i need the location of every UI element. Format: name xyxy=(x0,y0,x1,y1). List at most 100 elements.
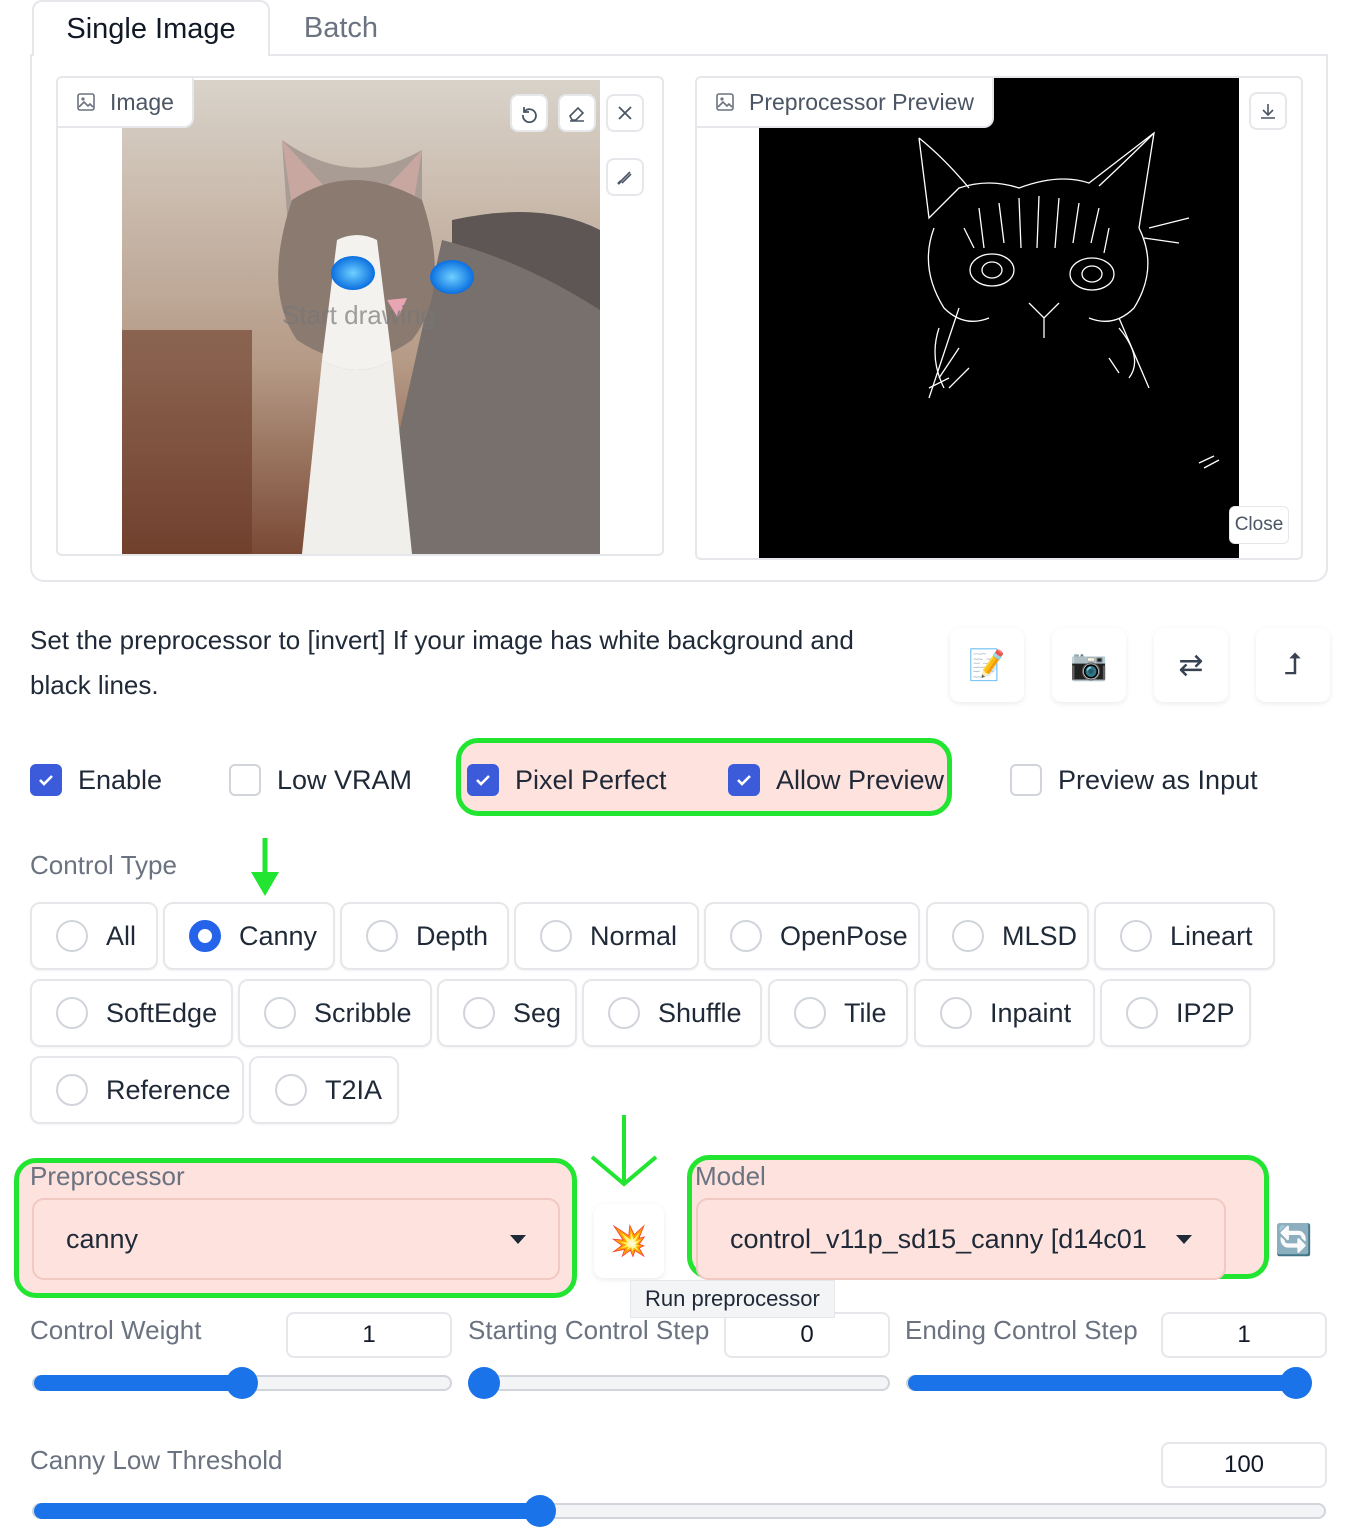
undo-button[interactable] xyxy=(510,94,548,132)
control-type-t2ia[interactable]: T2IA xyxy=(249,1056,399,1124)
control-type-inpaint[interactable]: Inpaint xyxy=(914,979,1095,1047)
close-icon xyxy=(618,106,632,120)
preprocessor-preview: Preprocessor Preview Close xyxy=(695,76,1303,560)
slider-fill xyxy=(34,1503,540,1519)
image-icon xyxy=(77,93,95,111)
model-label: Model xyxy=(695,1161,766,1191)
radio-circle xyxy=(608,997,640,1029)
image-canvas[interactable]: Image Start drawing xyxy=(56,76,664,556)
ending-step-label: Ending Control Step xyxy=(905,1315,1138,1345)
canny-low-threshold-slider[interactable] xyxy=(32,1495,1326,1527)
camera-button[interactable]: 📷 xyxy=(1052,628,1126,702)
preview-label: Preprocessor Preview xyxy=(697,78,994,128)
undo-icon xyxy=(522,107,537,123)
low-vram-checkbox[interactable]: Low VRAM xyxy=(229,756,412,804)
slider-thumb[interactable] xyxy=(1280,1367,1312,1399)
control-type-ip2p[interactable]: IP2P xyxy=(1100,979,1251,1047)
check-icon xyxy=(30,764,62,796)
preprocessor-select[interactable]: canny xyxy=(32,1198,560,1280)
preprocessor-label: Preprocessor xyxy=(30,1161,185,1191)
control-type-openpose[interactable]: OpenPose xyxy=(704,902,920,970)
refresh-models-button[interactable]: 🔄 xyxy=(1270,1216,1318,1264)
ending-step-slider[interactable] xyxy=(906,1367,1312,1399)
ending-step-input[interactable]: 1 xyxy=(1161,1312,1327,1358)
slider-thumb[interactable] xyxy=(226,1367,258,1399)
control-weight-slider[interactable] xyxy=(32,1367,452,1399)
radio-circle xyxy=(56,1074,88,1106)
brush-button[interactable] xyxy=(606,158,644,196)
swap-button[interactable]: ⇄ xyxy=(1154,628,1228,702)
control-type-label: Control Type xyxy=(30,850,177,880)
green-arrow-down-icon xyxy=(590,1115,658,1187)
run-preprocessor-tooltip: Run preprocessor xyxy=(630,1280,835,1318)
image-icon xyxy=(716,93,734,111)
control-type-mlsd[interactable]: MLSD xyxy=(926,902,1089,970)
camera-icon: 📷 xyxy=(1070,648,1108,682)
control-type-reference[interactable]: Reference xyxy=(30,1056,244,1124)
radio-circle xyxy=(1126,997,1158,1029)
run-preprocessor-button[interactable]: 💥 xyxy=(594,1204,664,1278)
control-type-softedge[interactable]: SoftEdge xyxy=(30,979,233,1047)
slider-fill xyxy=(908,1375,1310,1391)
radio-circle xyxy=(940,997,972,1029)
slider-thumb[interactable] xyxy=(524,1495,556,1527)
control-weight-label: Control Weight xyxy=(30,1315,202,1345)
control-type-depth[interactable]: Depth xyxy=(340,902,509,970)
allow-preview-checkbox[interactable]: Allow Preview xyxy=(728,756,944,804)
send-up-button[interactable]: ⮥ xyxy=(1256,628,1330,702)
swap-icon: ⇄ xyxy=(1178,648,1204,682)
radio-circle xyxy=(56,997,88,1029)
refresh-icon: 🔄 xyxy=(1275,1223,1313,1257)
starting-step-label: Starting Control Step xyxy=(468,1315,710,1345)
brush-icon xyxy=(617,171,632,185)
eraser-button[interactable] xyxy=(558,94,596,132)
canny-low-threshold-label: Canny Low Threshold xyxy=(30,1445,283,1475)
radio-circle xyxy=(952,920,984,952)
control-type-normal[interactable]: Normal xyxy=(514,902,699,970)
radio-circle xyxy=(540,920,572,952)
control-weight-input[interactable]: 1 xyxy=(286,1312,452,1358)
starting-step-slider[interactable] xyxy=(468,1367,890,1399)
control-type-all[interactable]: All xyxy=(30,902,158,970)
checkbox-box xyxy=(229,764,261,796)
radio-circle xyxy=(1120,920,1152,952)
radio-circle xyxy=(56,920,88,952)
preview-as-input-checkbox[interactable]: Preview as Input xyxy=(1010,756,1258,804)
tab-single-image[interactable]: Single Image xyxy=(32,0,270,56)
pixel-perfect-checkbox[interactable]: Pixel Perfect xyxy=(467,756,667,804)
control-type-shuffle[interactable]: Shuffle xyxy=(582,979,762,1047)
radio-circle xyxy=(366,920,398,952)
radio-circle xyxy=(189,920,221,952)
check-icon xyxy=(728,764,760,796)
explosion-icon: 💥 xyxy=(610,1224,648,1258)
tab-batch[interactable]: Batch xyxy=(270,0,412,56)
clear-image-button[interactable] xyxy=(606,94,644,132)
canvas-overlay-text: Start drawing xyxy=(282,300,436,330)
canny-edge-image xyxy=(759,78,1239,558)
radio-circle xyxy=(264,997,296,1029)
radio-circle xyxy=(275,1074,307,1106)
starting-step-input[interactable]: 0 xyxy=(724,1312,890,1358)
image-label: Image xyxy=(58,78,194,128)
control-type-tile[interactable]: Tile xyxy=(768,979,908,1047)
eraser-icon xyxy=(569,106,585,122)
chevron-down-icon xyxy=(510,1234,526,1244)
green-arrow-down-icon xyxy=(251,838,279,896)
slider-fill xyxy=(34,1375,242,1391)
control-type-canny[interactable]: Canny xyxy=(163,902,335,970)
send-up-icon: ⮥ xyxy=(1284,648,1302,681)
canny-low-threshold-input[interactable]: 100 xyxy=(1161,1442,1327,1488)
radio-circle xyxy=(730,920,762,952)
radio-circle xyxy=(794,997,826,1029)
control-type-scribble[interactable]: Scribble xyxy=(238,979,432,1047)
close-preview-button[interactable]: Close xyxy=(1229,506,1289,544)
control-type-lineart[interactable]: Lineart xyxy=(1094,902,1275,970)
invert-hint-text: Set the preprocessor to [invert] If your… xyxy=(30,625,854,700)
control-type-seg[interactable]: Seg xyxy=(437,979,577,1047)
enable-checkbox[interactable]: Enable xyxy=(30,756,162,804)
download-button[interactable] xyxy=(1249,92,1287,130)
model-select[interactable]: control_v11p_sd15_canny [d14c016b] xyxy=(696,1198,1226,1280)
edit-button[interactable]: 📝 xyxy=(950,628,1024,702)
checkbox-box xyxy=(1010,764,1042,796)
slider-thumb[interactable] xyxy=(468,1367,500,1399)
